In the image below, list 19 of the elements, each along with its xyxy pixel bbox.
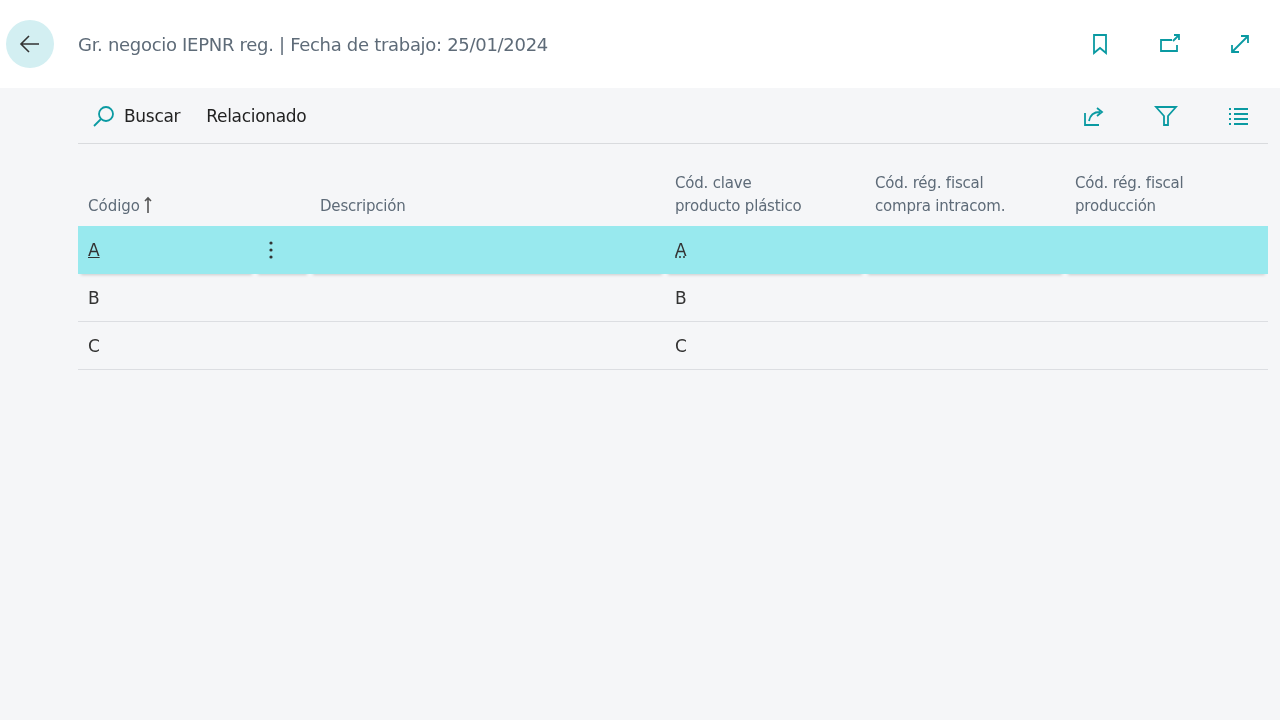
related-button[interactable]: Relacionado [206, 101, 307, 130]
page-title: Gr. negocio IEPNR reg. | Fecha de trabajo: 25/01/2024 [78, 33, 549, 55]
column-header[interactable]: Cód. rég. fiscal compra intracom. [865, 160, 1065, 226]
back-button[interactable] [6, 20, 54, 68]
filter-icon [1154, 103, 1178, 128]
column-header[interactable]: Cód. rég. fiscal producción [1065, 160, 1268, 226]
code-link[interactable]: C [88, 335, 100, 356]
expand-icon [1228, 32, 1252, 56]
search-icon [92, 103, 116, 128]
column-header[interactable]: Cód. clave producto plástico [665, 160, 865, 226]
column-header[interactable]: Descripción [310, 160, 665, 226]
search-button[interactable]: Buscar [92, 99, 181, 132]
cell-value: C [675, 335, 687, 356]
more-options-icon [269, 239, 273, 260]
code-link[interactable]: A [88, 239, 100, 260]
code-link[interactable]: B [88, 287, 100, 308]
cell-value: B [675, 287, 687, 308]
column-header[interactable]: Código [88, 195, 141, 218]
cell-value: A [675, 239, 687, 260]
